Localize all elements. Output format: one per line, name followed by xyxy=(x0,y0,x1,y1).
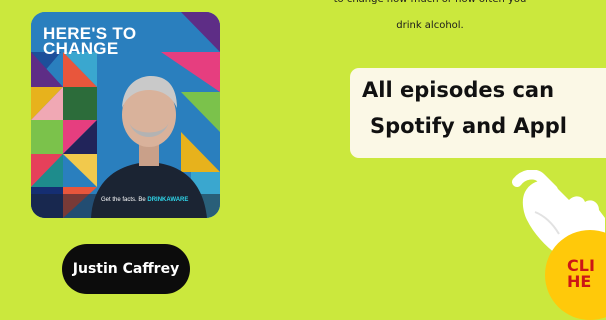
host-name-button[interactable]: Justin Caffrey xyxy=(62,244,190,294)
episodes-line2: Spotify and Appl xyxy=(370,114,567,138)
cover-title-line2: CHANGE xyxy=(43,39,119,58)
drinkaware-logo: DRINKAWARE xyxy=(147,197,189,203)
click-here-label: CLI HE xyxy=(567,258,595,290)
cover-tagline-text: Get the facts. Be xyxy=(101,197,146,203)
podcast-cover-art: HERE'S TO CHANGE Get the facts. Be DRINK… xyxy=(31,12,220,218)
intro-line2: drink alcohol. xyxy=(396,20,464,31)
click-here-line2: HE xyxy=(567,272,592,291)
host-name-label: Justin Caffrey xyxy=(72,261,180,277)
cover-tagline: Get the facts. Be DRINKAWARE xyxy=(101,197,188,203)
episodes-availability-box: All episodes can Spotify and Appl xyxy=(350,68,606,158)
cover-title: HERE'S TO CHANGE xyxy=(43,25,136,58)
intro-line1: to change how much or how often you xyxy=(330,0,530,9)
episodes-line1: All episodes can xyxy=(362,78,555,102)
